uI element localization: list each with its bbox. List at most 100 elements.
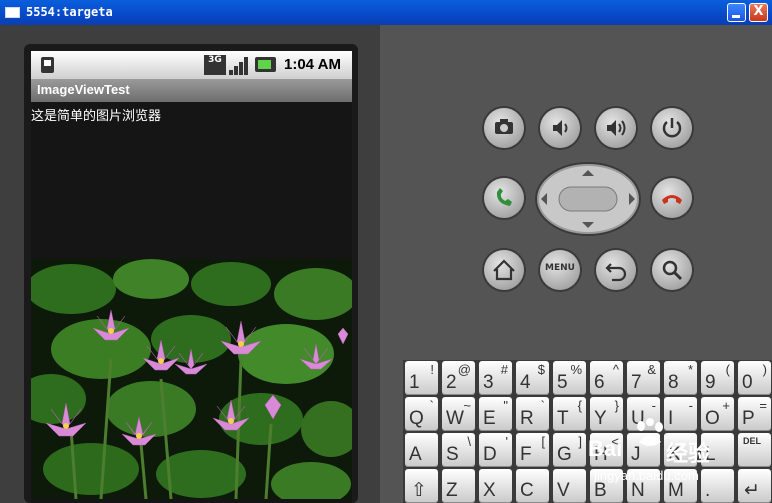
key-alt-label: ): [762, 362, 767, 377]
volume-down-button[interactable]: [540, 108, 580, 148]
key-0-8[interactable]: 9(: [701, 361, 734, 395]
key-0-3[interactable]: 4 $: [516, 361, 549, 395]
key-3-1[interactable]: Z: [442, 469, 475, 503]
key-alt-label: @: [457, 362, 471, 377]
phone-screen[interactable]: 3G 1:04 AM ImageViewTest 这是简单的图片浏览器: [31, 51, 352, 503]
key-alt-label: $: [537, 362, 545, 377]
close-button[interactable]: X: [749, 3, 768, 22]
key-3-8[interactable]: .: [701, 469, 734, 503]
menu-icon: MENU: [545, 263, 575, 273]
key-alt-label: `: [429, 398, 434, 413]
camera-button[interactable]: [484, 108, 524, 148]
key-3-6[interactable]: N: [627, 469, 660, 503]
key-label: E: [483, 408, 496, 429]
key-label: 7: [631, 372, 642, 393]
key-3-2[interactable]: X: [479, 469, 512, 503]
key-1-4[interactable]: T{: [553, 397, 586, 431]
key-3-3[interactable]: C: [516, 469, 549, 503]
key-alt-label: !: [430, 362, 434, 377]
key-1-2[interactable]: E ": [479, 397, 512, 431]
key-alt-label: ': [505, 434, 508, 449]
key-3-9[interactable]: ↵: [738, 469, 771, 503]
key-label: 4: [520, 372, 531, 393]
key-0-0[interactable]: 1!: [405, 361, 438, 395]
key-2-6[interactable]: J: [627, 433, 660, 467]
volume-up-button[interactable]: [596, 108, 636, 148]
key-label: A: [409, 444, 422, 465]
key-label: 3: [483, 372, 494, 393]
window-title: 5554:targeta: [26, 5, 113, 19]
volume-up-icon: [607, 120, 626, 136]
key-2-3[interactable]: F[: [516, 433, 549, 467]
key-alt-label: `: [540, 398, 545, 413]
key-0-6[interactable]: 7 &: [627, 361, 660, 395]
key-alt-label: <: [611, 434, 619, 449]
key-0-5[interactable]: 6 ^: [590, 361, 623, 395]
key-3-7[interactable]: M: [664, 469, 697, 503]
key-1-6[interactable]: U-: [627, 397, 660, 431]
key-1-5[interactable]: Y}: [590, 397, 623, 431]
key-1-3[interactable]: R `: [516, 397, 549, 431]
key-2-5[interactable]: H <: [590, 433, 623, 467]
back-button[interactable]: [596, 250, 636, 290]
key-alt-label: +: [722, 398, 730, 413]
status-time: 1:04 AM: [284, 56, 341, 73]
search-button[interactable]: [652, 250, 692, 290]
key-label: G: [557, 444, 572, 465]
key-1-8[interactable]: O +: [701, 397, 734, 431]
water-lily-image[interactable]: [31, 259, 352, 499]
home-button[interactable]: [484, 250, 524, 290]
key-label: Q: [409, 408, 424, 429]
key-2-2[interactable]: D ': [479, 433, 512, 467]
dpad-center-button: [558, 186, 618, 212]
key-label: ⇧: [411, 479, 427, 501]
key-1-7[interactable]: I-: [664, 397, 697, 431]
menu-button[interactable]: MENU: [540, 250, 580, 290]
key-label: 9: [705, 372, 716, 393]
battery-icon: [255, 57, 276, 72]
key-1-9[interactable]: P =: [738, 397, 771, 431]
key-label: 1: [409, 372, 420, 393]
key-3-0[interactable]: ⇧: [405, 469, 438, 503]
key-label: F: [520, 444, 532, 465]
window-titlebar: 5554:targeta X: [0, 0, 772, 25]
key-0-4[interactable]: 5%: [553, 361, 586, 395]
key-2-0[interactable]: A: [405, 433, 438, 467]
key-1-1[interactable]: W ~: [442, 397, 475, 431]
key-alt-label: \: [467, 434, 471, 449]
key-alt-label: #: [500, 362, 508, 377]
network-type: 3G: [208, 55, 222, 65]
key-label: 8: [668, 372, 679, 393]
key-2-7[interactable]: K: [664, 433, 697, 467]
key-2-4[interactable]: G]: [553, 433, 586, 467]
key-0-7[interactable]: 8 *: [664, 361, 697, 395]
key-2-9[interactable]: DEL: [738, 433, 771, 467]
minimize-button[interactable]: [727, 3, 746, 22]
key-label: H: [594, 444, 608, 465]
volume-down-icon: [553, 120, 568, 136]
key-label: 6: [594, 372, 605, 393]
key-0-9[interactable]: 0): [738, 361, 771, 395]
key-3-4[interactable]: V: [553, 469, 586, 503]
key-3-5[interactable]: B: [590, 469, 623, 503]
call-button[interactable]: [484, 178, 524, 218]
key-0-1[interactable]: 2 @: [442, 361, 475, 395]
key-alt-label: ~: [463, 398, 471, 413]
key-alt-label: &: [647, 362, 656, 377]
key-label: .: [705, 480, 711, 501]
key-label: 2: [446, 372, 457, 393]
dpad[interactable]: [535, 162, 641, 236]
key-2-8[interactable]: L: [701, 433, 734, 467]
key-label: ↵: [744, 479, 760, 501]
key-label: R: [520, 408, 534, 429]
end-call-button[interactable]: [652, 178, 692, 218]
app-content: 这是简单的图片浏览器: [31, 102, 352, 503]
network-3g-icon: 3G: [204, 55, 226, 75]
key-label: N: [631, 480, 645, 501]
key-0-2[interactable]: 3 #: [479, 361, 512, 395]
key-2-1[interactable]: S \: [442, 433, 475, 467]
key-1-0[interactable]: Q `: [405, 397, 438, 431]
close-icon: X: [753, 4, 764, 19]
power-button[interactable]: [652, 108, 692, 148]
key-label: 5: [557, 372, 568, 393]
